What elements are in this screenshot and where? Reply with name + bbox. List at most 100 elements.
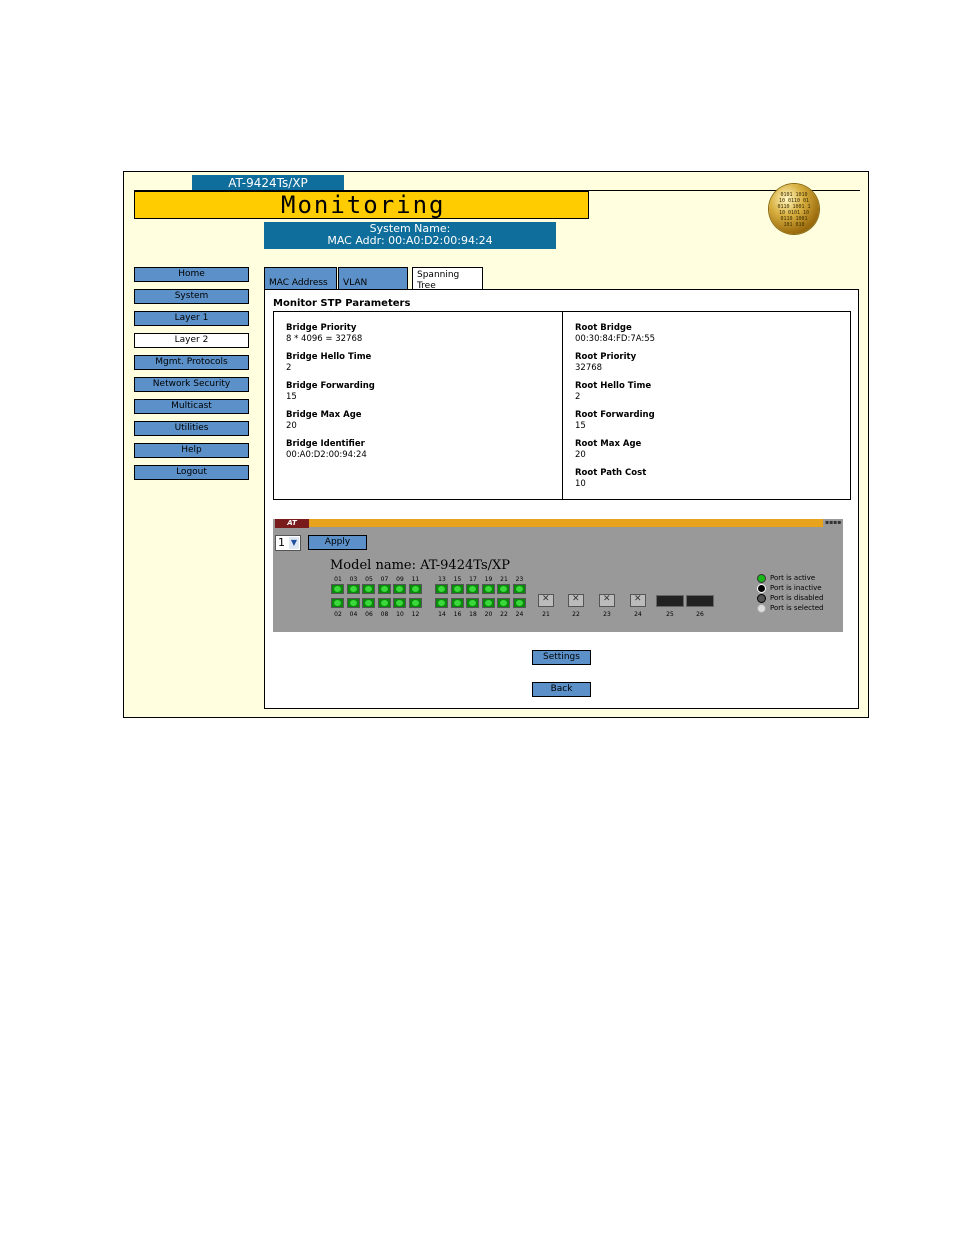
port-11[interactable] xyxy=(408,584,422,594)
vendor-logo-icon: AT xyxy=(275,519,309,528)
port-03[interactable] xyxy=(346,584,360,594)
port-label-09: 09 xyxy=(396,576,404,583)
port-label-19: 19 xyxy=(484,576,493,583)
bridge-column: Bridge Priority 8 * 4096 = 32768 Bridge H… xyxy=(274,312,563,499)
bridge-max-age: Bridge Max Age 20 xyxy=(286,410,362,431)
port-04[interactable] xyxy=(346,598,360,608)
bridge-forwarding: Bridge Forwarding 15 xyxy=(286,381,375,402)
sidebar-item-multicast[interactable]: Multicast xyxy=(134,399,249,414)
gig-port-23[interactable] xyxy=(599,594,615,607)
port-legend: Port is active Port is inactive Port is … xyxy=(757,573,823,613)
tab-label: VLAN xyxy=(343,278,368,288)
system-info-box: System Name: MAC Addr: 00:A0:D2:00:94:24 xyxy=(264,222,556,249)
sidebar-item-utilities[interactable]: Utilities xyxy=(134,421,249,436)
port-label-03: 03 xyxy=(349,576,358,583)
tab-spanning-tree[interactable]: Spanning Tree xyxy=(412,267,483,291)
root-forwarding: Root Forwarding 15 xyxy=(575,410,655,431)
port-label-20: 20 xyxy=(484,611,493,618)
port-15[interactable] xyxy=(450,584,464,594)
bridge-priority: Bridge Priority 8 * 4096 = 32768 xyxy=(286,323,363,344)
chevron-down-icon[interactable]: ▼ xyxy=(289,537,299,549)
port-02[interactable] xyxy=(331,598,344,608)
root-priority: Root Priority 32768 xyxy=(575,352,637,373)
port-label-13: 13 xyxy=(438,576,446,583)
legend-item-active: Port is active xyxy=(757,573,823,583)
status-leds-icon: ▪▪▪▪ xyxy=(825,519,842,526)
sidebar-item-system[interactable]: System xyxy=(134,289,249,304)
section-title: Monitor STP Parameters xyxy=(273,298,411,309)
gig-port-21[interactable] xyxy=(538,594,554,607)
port-label-06: 06 xyxy=(365,611,373,618)
sidebar-item-help[interactable]: Help xyxy=(134,443,249,458)
selected-dot-icon xyxy=(757,603,766,613)
legend-item-inactive: Port is inactive xyxy=(757,583,823,593)
fiber-port-label-26: 26 xyxy=(696,611,704,618)
active-dot-icon xyxy=(757,573,766,583)
legend-item-disabled: Port is disabled xyxy=(757,593,823,603)
globe-logo-icon: 0101 1010 10 0110 01 0110 1001 1 10 0101 10… xyxy=(769,184,819,234)
root-hello-time: Root Hello Time 2 xyxy=(575,381,652,402)
unit-select[interactable]: 1 ▼ xyxy=(275,535,301,551)
port-label-14: 14 xyxy=(438,611,446,618)
gig-port-label-23: 23 xyxy=(603,611,611,618)
inactive-dot-icon xyxy=(757,583,766,593)
sidebar-item-network-security[interactable]: Network Security xyxy=(134,377,249,392)
bridge-hello-time: Bridge Hello Time 2 xyxy=(286,352,372,373)
gig-port-label-21: 21 xyxy=(542,611,550,618)
gig-port-24[interactable] xyxy=(630,594,646,607)
apply-button[interactable]: Apply xyxy=(308,535,367,550)
content-panel: Monitor STP Parameters Bridge Priority 8 … xyxy=(264,289,859,709)
sidebar-nav: Home System Layer 1 Layer 2 Mgmt. Protoc… xyxy=(134,267,249,487)
disabled-dot-icon xyxy=(757,593,766,603)
port-label-08: 08 xyxy=(380,611,389,618)
tab-label: MAC Address xyxy=(269,278,328,288)
gig-port-22[interactable] xyxy=(568,594,584,607)
app-frame: AT-9424Ts/XP Monitoring System Name: MAC… xyxy=(123,171,869,718)
switch-header-bar xyxy=(309,519,823,527)
port-05[interactable] xyxy=(362,584,375,594)
sidebar-item-layer2[interactable]: Layer 2 xyxy=(134,333,249,348)
port-19[interactable] xyxy=(481,584,495,594)
port-23[interactable] xyxy=(512,584,526,594)
port-12[interactable] xyxy=(408,598,422,608)
gig-port-label-22: 22 xyxy=(572,611,580,618)
sidebar-item-layer1[interactable]: Layer 1 xyxy=(134,311,249,326)
port-label-17: 17 xyxy=(469,576,477,583)
page-title: Monitoring xyxy=(281,191,446,219)
model-tab: AT-9424Ts/XP xyxy=(192,175,344,191)
port-08[interactable] xyxy=(377,598,391,608)
port-21[interactable] xyxy=(497,584,510,594)
port-label-22: 22 xyxy=(500,611,508,618)
port-16[interactable] xyxy=(450,598,464,608)
port-20[interactable] xyxy=(481,598,495,608)
back-button[interactable]: Back xyxy=(532,682,591,697)
port-24[interactable] xyxy=(512,598,526,608)
title-bar: Monitoring xyxy=(134,191,589,219)
port-01[interactable] xyxy=(331,584,344,594)
sidebar-item-logout[interactable]: Logout xyxy=(134,465,249,480)
tab-vlan[interactable]: VLAN xyxy=(338,267,408,289)
port-13[interactable] xyxy=(435,584,448,594)
sidebar-item-home[interactable]: Home xyxy=(134,267,249,282)
settings-button[interactable]: Settings xyxy=(532,650,591,665)
fiber-port-25[interactable] xyxy=(656,595,684,607)
port-18[interactable] xyxy=(466,598,479,608)
port-label-21: 21 xyxy=(500,576,508,583)
fiber-port-26[interactable] xyxy=(686,595,714,607)
port-09[interactable] xyxy=(393,584,406,594)
tab-mac-address[interactable]: MAC Address xyxy=(264,267,337,289)
port-10[interactable] xyxy=(393,598,406,608)
port-label-04: 04 xyxy=(349,611,358,618)
port-label-24: 24 xyxy=(515,611,524,618)
port-14[interactable] xyxy=(435,598,448,608)
sidebar-item-mgmt-protocols[interactable]: Mgmt. Protocols xyxy=(134,355,249,370)
port-22[interactable] xyxy=(497,598,510,608)
port-label-12: 12 xyxy=(411,611,420,618)
port-06[interactable] xyxy=(362,598,375,608)
stp-params-table: Bridge Priority 8 * 4096 = 32768 Bridge H… xyxy=(273,311,851,500)
port-label-01: 01 xyxy=(334,576,342,583)
mac-address: MAC Addr: 00:A0:D2:00:94:24 xyxy=(327,234,493,247)
port-17[interactable] xyxy=(466,584,479,594)
model-name: Model name: AT-9424Ts/XP xyxy=(330,558,511,573)
port-07[interactable] xyxy=(377,584,391,594)
